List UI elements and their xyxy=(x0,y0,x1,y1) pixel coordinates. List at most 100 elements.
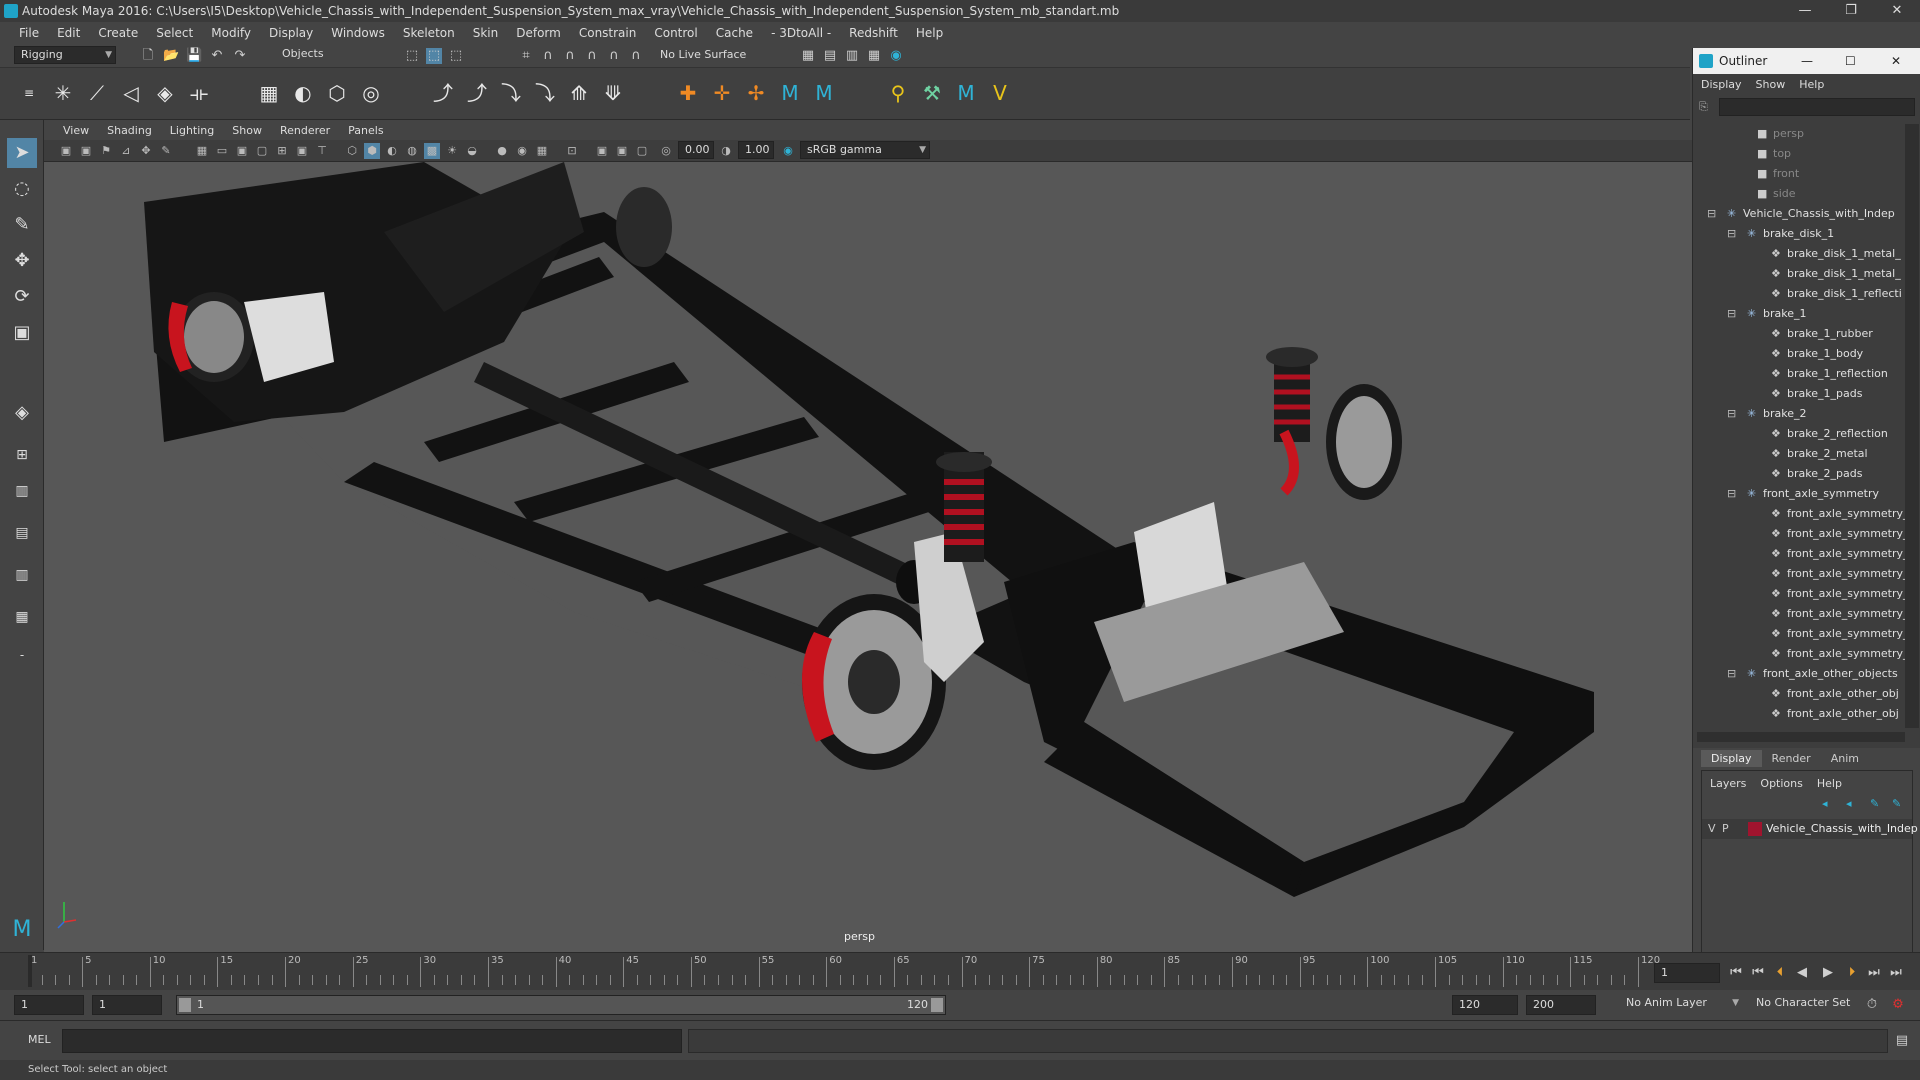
playback-start-field[interactable]: 1 xyxy=(92,995,162,1015)
move-tool-icon[interactable]: ✥ xyxy=(7,246,37,276)
range-bar[interactable]: 1 120 xyxy=(176,995,946,1015)
outliner-item[interactable]: ❖ brake_disk_1_reflecti xyxy=(1693,284,1905,304)
outliner-item[interactable]: ⊟ ✳ brake_2 xyxy=(1693,404,1905,424)
animation-start-field[interactable]: 1 xyxy=(14,995,84,1015)
go-to-end-icon[interactable]: ⏭ xyxy=(1888,965,1904,981)
render-frame-icon[interactable]: ▤ xyxy=(822,48,838,64)
menu-constrain[interactable]: Constrain xyxy=(570,26,646,40)
snap-surface-icon[interactable]: ∩ xyxy=(606,48,622,64)
outliner-menu-help[interactable]: Help xyxy=(1799,78,1824,91)
view-transform-dropdown[interactable]: sRGB gamma ▼ xyxy=(800,141,930,159)
outliner-maximize-button[interactable]: ☐ xyxy=(1845,48,1856,74)
menu-help[interactable]: Help xyxy=(907,26,952,40)
new-layer-selected-icon[interactable]: ✎ xyxy=(1892,797,1901,810)
close-button[interactable]: ✕ xyxy=(1874,0,1920,22)
select-object-icon[interactable]: ⬚ xyxy=(426,48,442,64)
quick-rig-icon[interactable]: ⚒ xyxy=(919,80,945,106)
bounding-box-icon[interactable]: ◍ xyxy=(404,143,420,159)
time-ruler[interactable]: 1 5 10 15 20 25 30 35 40 45 50 55 60 65 70 75 80 85 90 95 10… xyxy=(28,953,1660,989)
exposure-icon[interactable]: ◎ xyxy=(658,143,674,159)
tab-anim[interactable]: Anim xyxy=(1821,750,1869,767)
outliner-item[interactable]: ❖ front_axle_symmetry_ xyxy=(1693,604,1905,624)
outliner-item[interactable]: ⊟ ✳ brake_disk_1 xyxy=(1693,224,1905,244)
maya-tool-icon[interactable]: M xyxy=(953,80,979,106)
collapse-icon[interactable]: ⊟ xyxy=(1727,224,1736,244)
scale-tool-icon[interactable]: ▣ xyxy=(7,318,37,348)
play-backward-icon[interactable]: ◀ xyxy=(1794,965,1810,981)
menuset-dropdown[interactable]: Rigging ▼ xyxy=(14,46,116,64)
panel-menu-view[interactable]: View xyxy=(54,124,98,137)
wireframe-icon[interactable]: ⬡ xyxy=(344,143,360,159)
move-layer-up-icon[interactable]: ◂ xyxy=(1822,797,1828,810)
save-scene-icon[interactable]: 💾 xyxy=(186,48,202,64)
outliner-item[interactable]: ❖ front_axle_symmetry_ xyxy=(1693,524,1905,544)
render-view-icon[interactable]: ▦ xyxy=(800,48,816,64)
animation-end-field[interactable]: 200 xyxy=(1526,995,1596,1015)
menu-windows[interactable]: Windows xyxy=(322,26,394,40)
color-management-icon[interactable]: ◉ xyxy=(780,143,796,159)
menu-display[interactable]: Display xyxy=(260,26,322,40)
mirror-weights-icon[interactable]: ⟰ xyxy=(566,80,592,106)
collapse-icon[interactable]: ⊟ xyxy=(1727,404,1736,424)
undo-icon[interactable]: ↶ xyxy=(209,48,225,64)
outliner-item[interactable]: ⊟ ✳ front_axle_other_objects xyxy=(1693,664,1905,684)
step-back-frame-icon[interactable]: ⏴ xyxy=(1772,965,1788,981)
smooth-shade-icon[interactable]: ⬢ xyxy=(364,143,380,159)
time-slider[interactable]: 1 5 10 15 20 25 30 35 40 45 50 55 60 65 70 75 80 85 90 95 10… xyxy=(0,952,1920,990)
snap-grid-icon[interactable]: ⌗ xyxy=(518,48,534,64)
layer-row[interactable]: V P Vehicle_Chassis_with_Indep xyxy=(1702,819,1918,839)
menu-skeleton[interactable]: Skeleton xyxy=(394,26,464,40)
layer-menu-options[interactable]: Options xyxy=(1760,777,1802,790)
menu-modify[interactable]: Modify xyxy=(202,26,260,40)
wrap-icon[interactable]: ⬡ xyxy=(324,80,350,106)
character-set-dropdown[interactable]: No Character Set xyxy=(1750,995,1866,1015)
camera-select-icon[interactable]: ▣ xyxy=(58,143,74,159)
parent-constraint-icon[interactable]: M xyxy=(777,80,803,106)
safe-title-icon[interactable]: ⊤ xyxy=(314,143,330,159)
outliner-layout-icon[interactable]: ▥ xyxy=(7,476,37,506)
collapse-icon[interactable]: ⊟ xyxy=(1707,204,1716,224)
outliner-item[interactable]: ❖ brake_1_body xyxy=(1693,344,1905,364)
camera-attr-icon[interactable]: ▣ xyxy=(78,143,94,159)
lasso-tool-icon[interactable]: ◌ xyxy=(7,174,37,204)
outliner-menu-display[interactable]: Display xyxy=(1701,78,1742,91)
panel-menu-renderer[interactable]: Renderer xyxy=(271,124,339,137)
menu-cache[interactable]: Cache xyxy=(707,26,762,40)
redo-icon[interactable]: ↷ xyxy=(232,48,248,64)
snap-view-icon[interactable]: ∩ xyxy=(584,48,600,64)
current-frame-field[interactable]: 1 xyxy=(1654,963,1720,983)
outliner-item[interactable]: ❖ brake_1_rubber xyxy=(1693,324,1905,344)
field-chart-icon[interactable]: ⊞ xyxy=(274,143,290,159)
outliner-item[interactable]: ⊟ ✳ Vehicle_Chassis_with_Indep xyxy=(1693,204,1905,224)
single-view-icon[interactable]: ◈ xyxy=(7,398,37,428)
layer-visibility-toggle[interactable]: V xyxy=(1708,822,1716,835)
tab-render[interactable]: Render xyxy=(1762,750,1821,767)
isolate-select-icon[interactable]: ⊡ xyxy=(564,143,580,159)
outliner-close-button[interactable]: ✕ xyxy=(1891,48,1901,74)
menu-skin[interactable]: Skin xyxy=(464,26,508,40)
lattice-icon[interactable]: ▦ xyxy=(256,80,282,106)
outliner-item[interactable]: ❖ brake_disk_1_metal_ xyxy=(1693,244,1905,264)
ik-handle-icon[interactable]: ⟋ xyxy=(84,80,110,106)
shadows-icon[interactable]: ◒ xyxy=(464,143,480,159)
xray-components-icon[interactable]: ▢ xyxy=(634,143,650,159)
open-scene-icon[interactable]: 📂 xyxy=(163,48,179,64)
grease-pencil-icon[interactable]: ✎ xyxy=(158,143,174,159)
outliner-item[interactable]: ❖ front_axle_symmetry_ xyxy=(1693,584,1905,604)
rotate-tool-icon[interactable]: ⟳ xyxy=(7,282,37,312)
script-mode-label[interactable]: MEL xyxy=(28,1033,51,1046)
select-component-icon[interactable]: ⬚ xyxy=(448,48,464,64)
command-input[interactable] xyxy=(62,1029,682,1053)
flat-shade-icon[interactable]: ◐ xyxy=(384,143,400,159)
redshift-tool-icon[interactable]: V xyxy=(987,80,1013,106)
outliner-item[interactable]: ❖ brake_2_reflection xyxy=(1693,424,1905,444)
aim-constraint-icon[interactable]: ✛ xyxy=(709,80,735,106)
outliner-item[interactable]: ❖ front_axle_other_obj xyxy=(1693,704,1905,724)
selection-mode-dropdown[interactable]: Objects xyxy=(276,46,376,64)
outliner-item[interactable]: ■ front xyxy=(1693,164,1905,184)
2d-pan-icon[interactable]: ✥ xyxy=(138,143,154,159)
rigid-bind-icon[interactable]: ⤴ xyxy=(464,80,490,106)
select-hierarchy-icon[interactable]: ⬚ xyxy=(404,48,420,64)
panel-menu-shading[interactable]: Shading xyxy=(98,124,161,137)
range-start-handle[interactable] xyxy=(179,998,191,1012)
